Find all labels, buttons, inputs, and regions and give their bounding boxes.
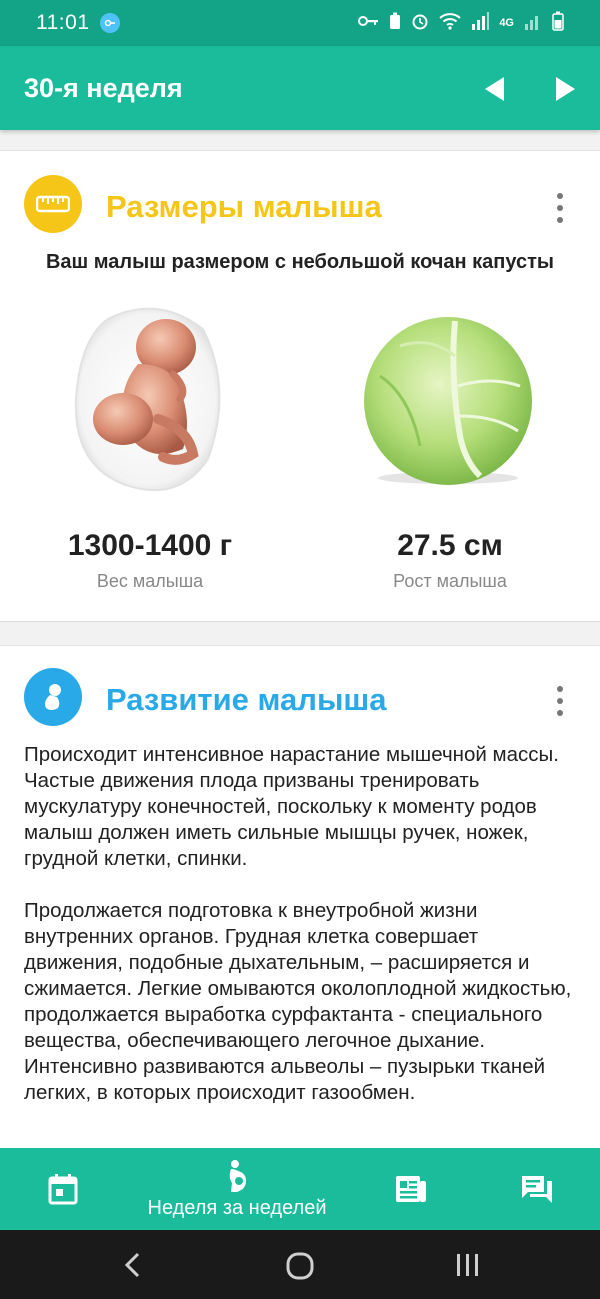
previous-week-button[interactable] [480,74,510,104]
baby-weight-value: 1300-1400 г [67,529,233,562]
recent-apps-icon [457,1254,478,1276]
page-title: 30-я неделя [24,72,183,103]
triangle-left-icon [485,77,504,101]
status-bar: 11:01 4G [0,0,600,46]
development-card-menu-button[interactable] [554,686,566,716]
home-button[interactable] [286,1252,314,1285]
articles-icon [396,1176,426,1202]
baby-development-title: Развитие малыша [106,682,387,717]
bottom-navigation: Неделя за неделей [0,1148,600,1230]
baby-development-card: Развитие малыша Происходит интенсивное н… [0,645,600,1165]
baby-size-card: Размеры малыша Ваш малыш размером с небо… [0,150,600,622]
alarm-icon [411,12,429,34]
key-icon [357,14,379,32]
size-comparison-caption: Ваш малыш размером с небольшой кочан кап… [45,251,555,273]
baby-height-value: 27.5 см [397,529,503,562]
network-type: 4G [499,17,514,29]
tab-calendar[interactable] [30,1148,96,1230]
back-button[interactable] [122,1252,142,1283]
triangle-right-icon [556,77,575,101]
wifi-icon [439,12,461,34]
chat-icon [522,1176,552,1203]
next-week-button[interactable] [550,74,580,104]
baby-weight-label: Вес малыша [96,571,204,591]
signal-icon [471,12,490,34]
pregnancy-icon [229,1159,246,1192]
battery-saver-icon [389,12,401,34]
vpn-key-icon [99,13,120,33]
tab-forum[interactable] [504,1148,570,1230]
status-icons: 4G [357,11,564,35]
tab-articles[interactable] [378,1148,444,1230]
tab-week-by-week-label: Неделя за неделей [147,1196,327,1219]
calendar-icon [48,1174,78,1205]
recent-apps-button[interactable] [455,1252,481,1283]
status-time: 11:01 [36,11,90,34]
size-card-menu-button[interactable] [554,193,566,223]
measuring-tape-icon [24,175,82,233]
system-navigation-bar [0,1230,600,1299]
battery-icon [552,11,564,35]
baby-height-label: Рост малыша [393,571,507,591]
fetus-icon [24,668,82,726]
app-bar: 30-я неделя [0,46,600,130]
home-circle-icon [286,1252,314,1280]
fetus-illustration [68,299,228,499]
back-chevron-icon [124,1252,140,1278]
signal-icon-2 [524,12,542,34]
baby-size-title: Размеры малыша [106,189,382,224]
cabbage-illustration [360,316,536,486]
tab-week-by-week[interactable]: Неделя за неделей [128,1148,346,1230]
development-description: Происходит интенсивное нарастание мышечн… [24,743,572,1104]
